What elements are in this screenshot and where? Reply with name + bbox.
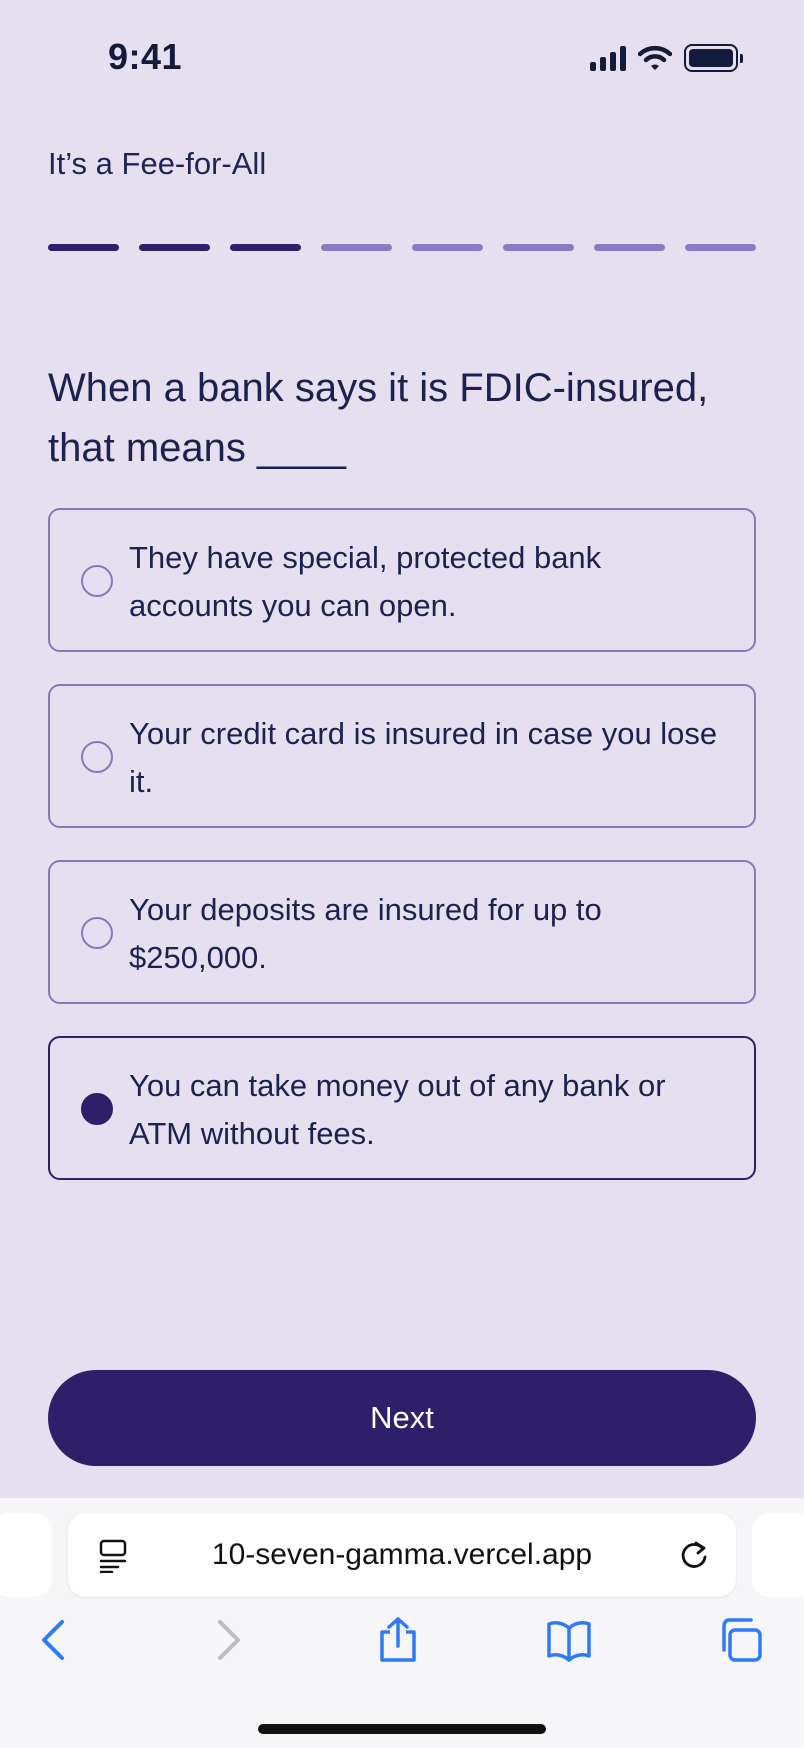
answer-option[interactable]: You can take money out of any bank or AT… — [48, 1036, 756, 1180]
answer-option-label: Your credit card is insured in case you … — [129, 716, 718, 799]
back-icon[interactable] — [38, 1616, 68, 1664]
answer-option-label: They have special, protected bank accoun… — [129, 540, 602, 623]
progress-segment — [139, 244, 210, 251]
app-root: 9:41 It’s a Fee-for-All When a bank says… — [0, 0, 804, 1748]
progress-segment — [503, 244, 574, 251]
status-bar: 9:41 — [0, 0, 804, 118]
share-icon[interactable] — [378, 1616, 418, 1664]
answer-options: They have special, protected bank accoun… — [48, 508, 756, 1212]
tabs-icon[interactable] — [718, 1616, 764, 1664]
quiz-progress-bar — [48, 244, 756, 251]
status-time: 9:41 — [108, 36, 183, 77]
progress-segment — [594, 244, 665, 251]
radio-button[interactable] — [81, 1093, 113, 1125]
forward-icon[interactable] — [214, 1616, 244, 1664]
question-text: When a bank says it is FDIC-insured, tha… — [48, 366, 709, 470]
answer-option-label: Your deposits are insured for up to $250… — [129, 892, 602, 975]
answer-option-label: You can take money out of any bank or AT… — [129, 1068, 666, 1151]
reload-icon[interactable] — [678, 1537, 710, 1573]
next-tab-peek[interactable] — [752, 1513, 804, 1597]
progress-segment — [321, 244, 392, 251]
radio-button[interactable] — [81, 741, 113, 773]
bookmarks-icon[interactable] — [546, 1616, 592, 1664]
answer-option[interactable]: They have special, protected bank accoun… — [48, 508, 756, 652]
answer-option[interactable]: Your deposits are insured for up to $250… — [48, 860, 756, 1004]
browser-chrome: 10-seven-gamma.vercel.app — [0, 1498, 804, 1748]
previous-tab-peek[interactable] — [0, 1513, 52, 1597]
answer-option[interactable]: Your credit card is insured in case you … — [48, 684, 756, 828]
address-bar[interactable]: 10-seven-gamma.vercel.app — [68, 1513, 736, 1597]
wifi-icon — [638, 45, 672, 70]
next-button[interactable]: Next — [48, 1370, 756, 1466]
progress-segment — [230, 244, 301, 251]
progress-segment — [48, 244, 119, 251]
browser-toolbar — [0, 1616, 804, 1686]
quiz-title: It’s a Fee-for-All — [48, 146, 267, 181]
battery-icon — [684, 44, 743, 72]
cellular-signal-icon — [590, 45, 626, 71]
progress-segment — [412, 244, 483, 251]
progress-segment — [685, 244, 756, 251]
radio-button[interactable] — [81, 917, 113, 949]
home-indicator — [258, 1724, 546, 1734]
url-text[interactable]: 10-seven-gamma.vercel.app — [68, 1538, 736, 1572]
status-icons — [590, 44, 743, 72]
radio-button[interactable] — [81, 565, 113, 597]
